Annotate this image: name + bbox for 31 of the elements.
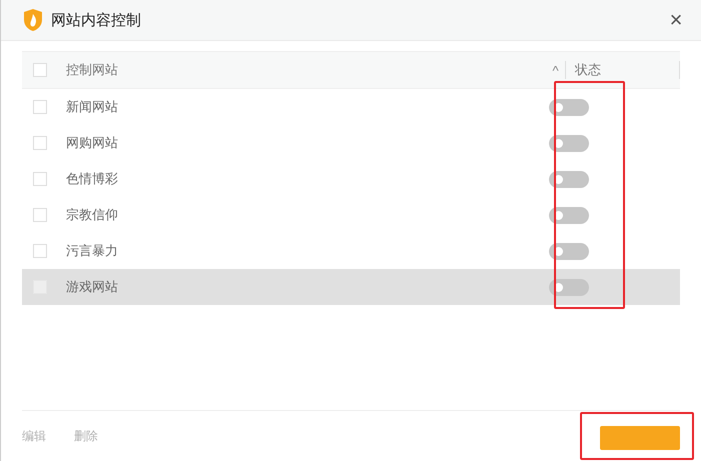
column-header: 控制网站: [65, 62, 119, 79]
toggle-switch[interactable]: [549, 206, 589, 224]
toggle-switch[interactable]: [549, 242, 589, 260]
checkbox[interactable]: [33, 63, 47, 77]
table-row[interactable]: 新闻网站: [22, 89, 680, 125]
column-header: 状态: [575, 61, 680, 79]
checkbox[interactable]: [33, 244, 47, 258]
table-cell-text: 污言暴力: [65, 243, 119, 260]
table-cell-text: 游戏网站: [65, 279, 119, 296]
table-cell-text: 宗教信仰: [65, 207, 119, 224]
table-cell-text: 新闻网站: [65, 99, 119, 116]
close-button[interactable]: ×: [663, 7, 689, 33]
toggle-switch[interactable]: [549, 170, 589, 188]
table-cell-text: 色情博彩: [65, 171, 119, 188]
window-title: 网站内容控制: [51, 10, 141, 30]
toggle-switch[interactable]: [549, 134, 589, 152]
table-row[interactable]: 宗教信仰: [22, 197, 680, 233]
action-button[interactable]: [600, 426, 680, 450]
table-row[interactable]: 网购网站: [22, 125, 680, 161]
checkbox[interactable]: [33, 100, 47, 114]
table-row[interactable]: 游戏网站: [22, 269, 680, 305]
toggle-switch[interactable]: [549, 98, 589, 116]
checkbox[interactable]: [33, 136, 47, 150]
toggle-switch[interactable]: [549, 278, 589, 296]
shield-flame-icon: [23, 8, 43, 32]
checkbox[interactable]: [33, 208, 47, 222]
sort-button[interactable]: ^: [546, 61, 566, 79]
table-cell-text: 网购网站: [65, 135, 119, 152]
table-row[interactable]: 色情博彩: [22, 161, 680, 197]
table-row[interactable]: 污言暴力: [22, 233, 680, 269]
checkbox[interactable]: [33, 172, 47, 186]
